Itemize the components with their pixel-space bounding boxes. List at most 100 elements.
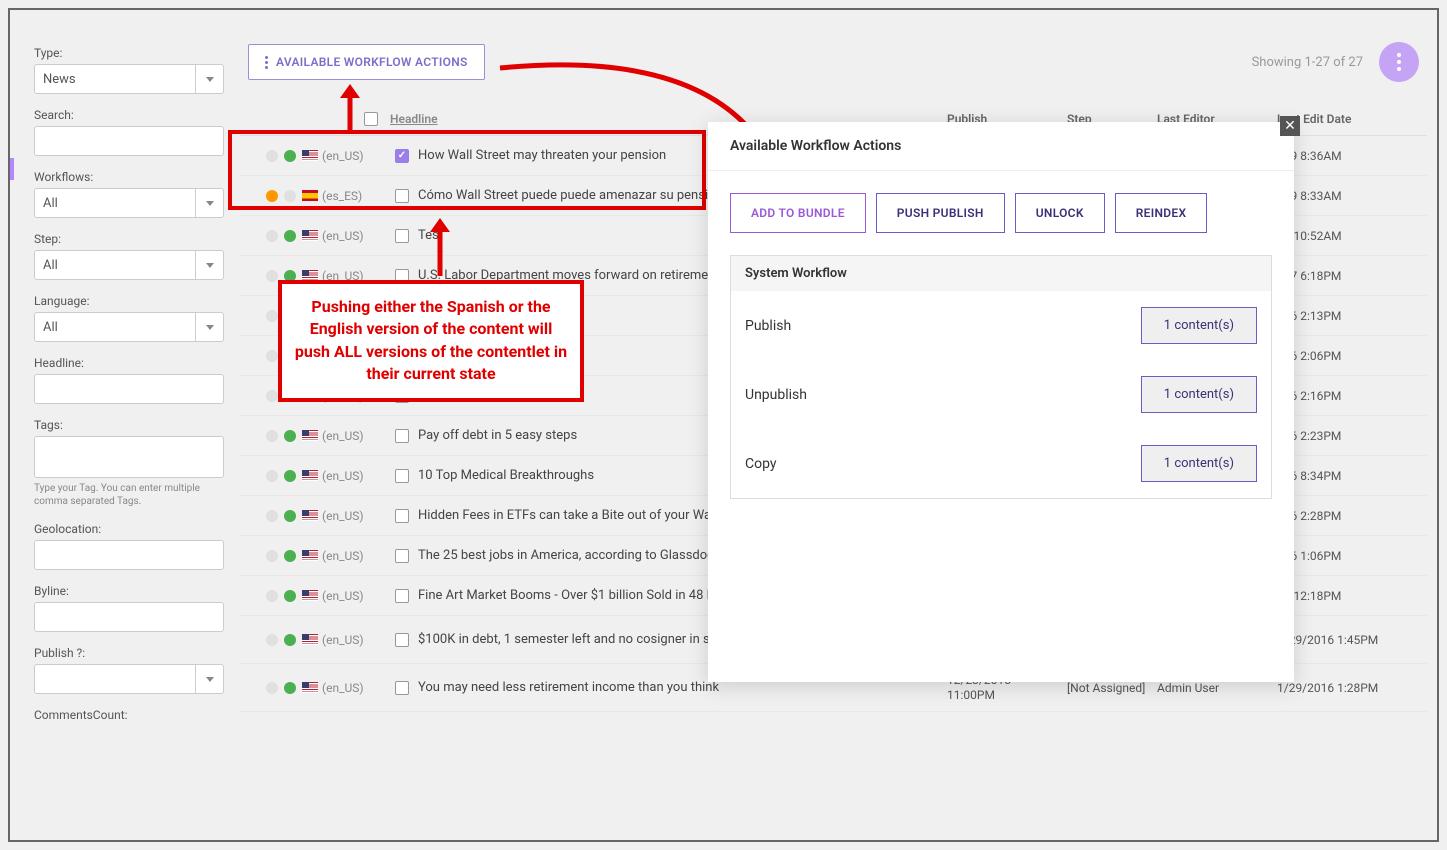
byline-input[interactable]: [34, 602, 224, 632]
flag-icon: [302, 590, 318, 601]
flag-icon: [302, 150, 318, 161]
chevron-down-icon[interactable]: [196, 64, 224, 94]
type-label: Type:: [34, 46, 224, 60]
row-checkbox[interactable]: [395, 509, 409, 523]
status-dot: [284, 634, 296, 646]
chevron-down-icon[interactable]: [196, 188, 224, 218]
language-label: (en_US): [302, 509, 390, 523]
system-workflow-section: System Workflow Publish1 content(s)Unpub…: [730, 255, 1272, 499]
workflows-label: Workflows:: [34, 170, 224, 184]
flag-icon: [302, 230, 318, 241]
status-dot: [284, 510, 296, 522]
row-editor: Admin User: [1157, 681, 1277, 695]
row-checkbox[interactable]: [395, 633, 409, 647]
chevron-down-icon[interactable]: [196, 664, 224, 694]
status-dot: [266, 230, 278, 242]
status-dot: [266, 150, 278, 162]
row-checkbox[interactable]: [395, 469, 409, 483]
content-count-button[interactable]: 1 content(s): [1141, 307, 1257, 344]
row-date: 016 1:06PM: [1277, 549, 1427, 563]
action-name: Copy: [745, 456, 777, 472]
row-date: 016 2:28PM: [1277, 509, 1427, 523]
row-date: 016 2:06PM: [1277, 349, 1427, 363]
row-date: 19 10:52AM: [1277, 229, 1427, 243]
geolocation-label: Geolocation:: [34, 522, 224, 536]
modal-action-button[interactable]: UNLOCK: [1015, 193, 1105, 233]
language-label: (en_US): [302, 589, 390, 603]
workflow-action-row: Copy 1 content(s): [731, 429, 1271, 498]
geolocation-input[interactable]: [34, 540, 224, 570]
status-dot: [266, 550, 278, 562]
modal-title: Available Workflow Actions: [708, 122, 1294, 171]
headline-filter-label: Headline:: [34, 356, 224, 370]
workflow-actions-button[interactable]: AVAILABLE WORKFLOW ACTIONS: [248, 44, 485, 80]
status-dot: [266, 270, 278, 282]
status-dot: [266, 510, 278, 522]
headline-input[interactable]: [34, 374, 224, 404]
status-dot: [284, 230, 296, 242]
search-input[interactable]: [34, 126, 224, 156]
row-checkbox[interactable]: [395, 229, 409, 243]
comments-label: CommentsCount:: [34, 708, 224, 722]
row-date: 1/29/2016 1:45PM: [1277, 633, 1427, 647]
modal-action-button[interactable]: PUSH PUBLISH: [876, 193, 1005, 233]
close-button[interactable]: ✕: [1280, 116, 1300, 136]
flag-icon: [302, 470, 318, 481]
tags-input[interactable]: [34, 436, 224, 478]
publish-select[interactable]: [34, 664, 224, 694]
workflows-select[interactable]: All: [34, 188, 224, 218]
status-dot: [284, 550, 296, 562]
language-select[interactable]: All: [34, 312, 224, 342]
action-name: Unpublish: [745, 387, 807, 403]
workflow-action-row: Unpublish 1 content(s): [731, 360, 1271, 429]
filter-sidebar: Type: News Search: Workflows: All Step: …: [34, 46, 224, 726]
content-count-button[interactable]: 1 content(s): [1141, 376, 1257, 413]
status-dot: [284, 682, 296, 694]
step-select[interactable]: All: [34, 250, 224, 280]
row-date: 017 6:18PM: [1277, 269, 1427, 283]
chevron-down-icon[interactable]: [196, 250, 224, 280]
row-date: 016 2:13PM: [1277, 309, 1427, 323]
status-dot: [266, 430, 278, 442]
language-label: (en_US): [302, 633, 390, 647]
row-date: 016 2:16PM: [1277, 389, 1427, 403]
row-checkbox[interactable]: [395, 681, 409, 695]
flag-icon: [302, 682, 318, 693]
flag-icon: [302, 190, 318, 201]
row-date: 1/29/2016 1:28PM: [1277, 681, 1427, 695]
search-label: Search:: [34, 108, 224, 122]
row-title: You may need less retirement income than…: [414, 680, 947, 695]
language-label: Language:: [34, 294, 224, 308]
row-checkbox[interactable]: [395, 589, 409, 603]
status-dot: [266, 390, 278, 402]
dots-icon: [1397, 53, 1401, 71]
status-dot: [284, 590, 296, 602]
language-label: (en_US): [302, 469, 390, 483]
more-options-button[interactable]: [1379, 42, 1419, 82]
publish-label: Publish ?:: [34, 646, 224, 660]
modal-action-button[interactable]: ADD TO BUNDLE: [730, 193, 866, 233]
step-label: Step:: [34, 232, 224, 246]
status-dot: [266, 590, 278, 602]
select-all-checkbox[interactable]: [364, 112, 378, 126]
row-checkbox[interactable]: [395, 149, 409, 163]
content-count-button[interactable]: 1 content(s): [1141, 445, 1257, 482]
row-checkbox[interactable]: [395, 549, 409, 563]
pagination-summary: Showing 1-27 of 27: [1252, 55, 1363, 70]
row-checkbox[interactable]: [395, 429, 409, 443]
workflow-modal: ✕ Available Workflow Actions ADD TO BUND…: [708, 122, 1294, 682]
flag-icon: [302, 634, 318, 645]
row-checkbox[interactable]: [395, 189, 409, 203]
status-dot: [284, 150, 296, 162]
dots-icon: [265, 56, 268, 69]
chevron-down-icon[interactable]: [196, 312, 224, 342]
modal-action-button[interactable]: REINDEX: [1115, 193, 1208, 233]
action-name: Publish: [745, 318, 791, 334]
row-date: 019 8:33AM: [1277, 189, 1427, 203]
status-dot: [284, 470, 296, 482]
workflow-action-row: Publish 1 content(s): [731, 291, 1271, 360]
status-dot: [284, 430, 296, 442]
type-select[interactable]: News: [34, 64, 224, 94]
flag-icon: [302, 550, 318, 561]
status-dot: [266, 350, 278, 362]
